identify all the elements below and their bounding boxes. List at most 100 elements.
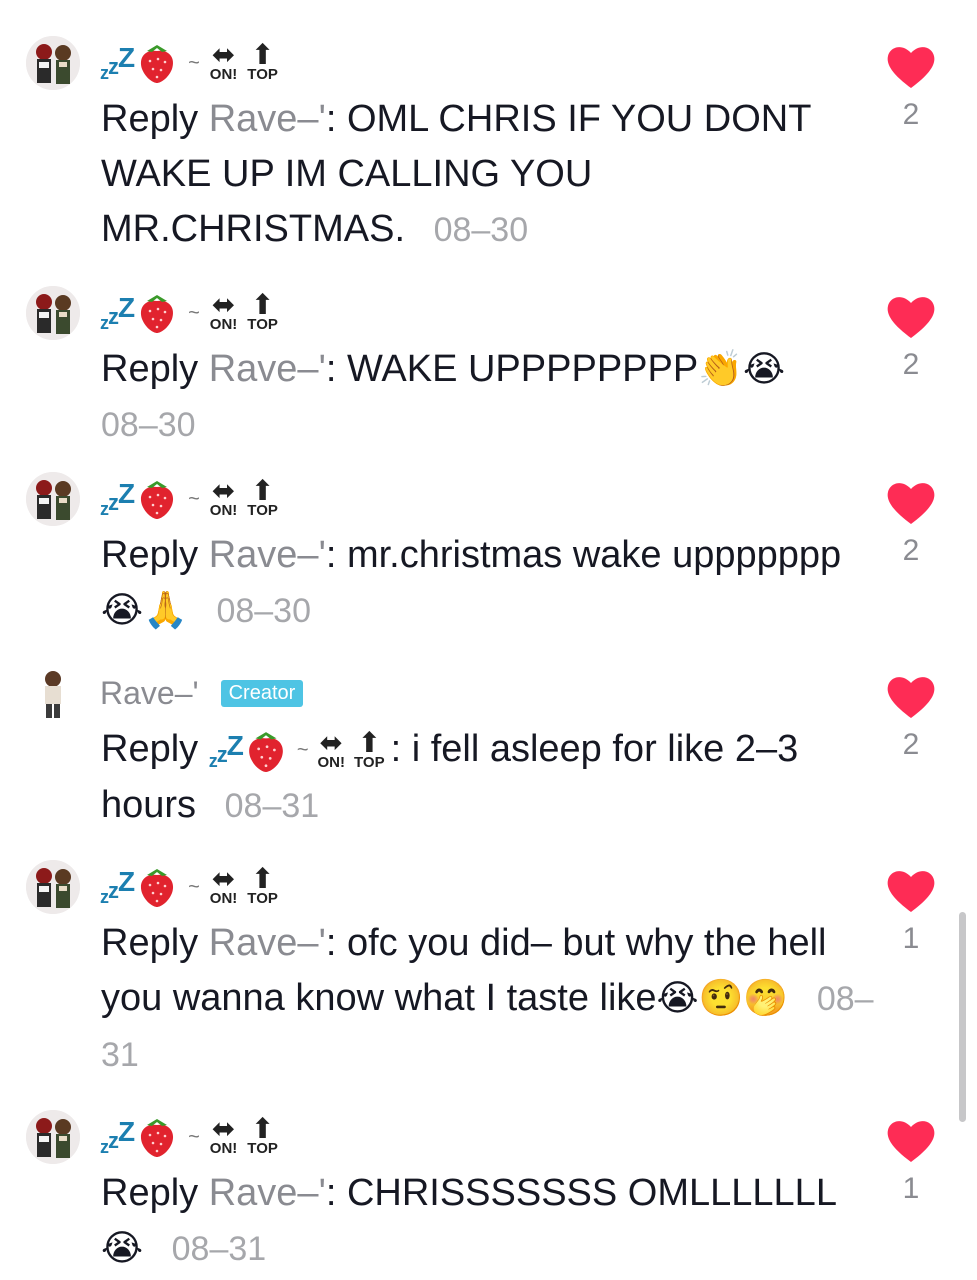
- commenter-username[interactable]: zzZ ~ ⬌ ON! ⬆ TOP: [100, 860, 284, 914]
- zzz-text: zzZ: [100, 292, 135, 333]
- reply-target[interactable]: Rave–': [209, 98, 326, 140]
- reply-target[interactable]: Rave–': [209, 534, 326, 576]
- tilde: ~: [188, 487, 200, 510]
- comment-date: 08–30: [101, 406, 196, 444]
- strawberry-icon: [138, 867, 176, 907]
- comment-date: 08–30: [433, 211, 529, 249]
- comment-text: : i fell asleep for like 2–3 hours: [101, 728, 799, 827]
- avatar[interactable]: [26, 860, 80, 914]
- on-badge: ⬌ ON!: [209, 289, 238, 333]
- avatar[interactable]: [26, 472, 80, 526]
- clap-cry-emoji: 👏😭: [698, 349, 786, 390]
- comment-date: 08–31: [171, 1230, 267, 1268]
- zzz-text: zzZ: [100, 478, 135, 519]
- like-count: 2: [902, 98, 920, 131]
- left-right-arrow-icon: ⬌: [211, 39, 236, 70]
- comment-text: : mr.christmas wake uppppppp: [325, 534, 842, 576]
- commenter-username[interactable]: zzZ ~ ⬌ ON! ⬆ TOP: [100, 36, 284, 90]
- zzz-text: zzZ: [208, 729, 244, 771]
- on-badge: ⬌ ON!: [209, 475, 238, 519]
- cry-raised-eyebrow-giggle-emoji: 😭🤨🤭: [656, 978, 789, 1019]
- cry-pray-emoji: 😭🙏: [101, 590, 188, 631]
- tilde: ~: [188, 51, 200, 74]
- reply-target[interactable]: Rave–': [209, 348, 326, 390]
- reply-word: Reply: [101, 534, 199, 576]
- comment-text: : CHRISSSSSSS OMLLLLLLL: [325, 1172, 837, 1214]
- like-heart-icon[interactable]: [886, 1118, 936, 1164]
- left-right-arrow-icon: ⬌: [211, 475, 236, 506]
- strawberry-icon: [246, 730, 286, 772]
- comment-body[interactable]: Reply Rave–': mr.christmas wake uppppppp…: [101, 528, 881, 639]
- like-heart-icon[interactable]: [886, 294, 936, 340]
- reply-target[interactable]: zzZ ~ ⬌ ON! ⬆ TOP: [209, 723, 391, 778]
- strawberry-icon: [138, 1117, 176, 1157]
- avatar[interactable]: [26, 1110, 80, 1164]
- creator-tag: Creator: [220, 679, 304, 707]
- comment-date: 08–30: [216, 592, 311, 630]
- tilde: ~: [188, 301, 200, 324]
- left-right-arrow-icon: ⬌: [211, 289, 236, 320]
- comment-body[interactable]: Reply zzZ ~ ⬌ ON! ⬆ TOP : i fell asleep fo…: [101, 722, 881, 834]
- scrollbar[interactable]: [959, 912, 966, 1122]
- on-badge: ⬌ ON!: [317, 726, 346, 771]
- reply-word: Reply: [101, 1172, 199, 1214]
- up-arrow-icon: ⬆: [357, 726, 382, 758]
- like-count: 1: [902, 1172, 920, 1205]
- like-heart-icon[interactable]: [886, 44, 936, 90]
- like-count: 2: [902, 728, 920, 761]
- up-arrow-icon: ⬆: [250, 475, 275, 506]
- comment-body[interactable]: Reply Rave–': WAKE UPPPPPPPP👏😭 08–30: [101, 342, 881, 453]
- comment-body[interactable]: Reply Rave–': OML CHRIS IF YOU DONT WAKE…: [101, 92, 881, 258]
- like-count: 1: [902, 922, 920, 955]
- left-right-arrow-icon: ⬌: [211, 863, 236, 894]
- zzz-text: zzZ: [100, 866, 135, 907]
- like-heart-icon[interactable]: [886, 480, 936, 526]
- left-right-arrow-icon: ⬌: [319, 726, 343, 758]
- strawberry-icon: [138, 293, 176, 333]
- up-arrow-icon: ⬆: [250, 1113, 275, 1144]
- up-arrow-icon: ⬆: [250, 863, 275, 894]
- commenter-username[interactable]: zzZ ~ ⬌ ON! ⬆ TOP: [100, 472, 284, 526]
- comment-body[interactable]: Reply Rave–': ofc you did– but why the h…: [101, 916, 881, 1083]
- zzz-text: zzZ: [100, 42, 135, 83]
- top-badge: ⬆ TOP: [247, 1113, 278, 1157]
- left-right-arrow-icon: ⬌: [211, 1113, 236, 1144]
- up-arrow-icon: ⬆: [250, 289, 275, 320]
- like-heart-icon[interactable]: [886, 674, 936, 720]
- reply-word: Reply: [101, 98, 199, 140]
- strawberry-icon: [138, 43, 176, 83]
- comment-date: 08–31: [224, 787, 320, 826]
- tilde: ~: [296, 739, 309, 762]
- creator-username[interactable]: Rave–' Creator: [100, 666, 304, 720]
- cry-emoji: 😭: [101, 1228, 144, 1269]
- zzz-text: zzZ: [100, 1116, 135, 1157]
- on-badge: ⬌ ON!: [209, 1113, 238, 1157]
- reply-word: Reply: [101, 922, 199, 964]
- tilde: ~: [188, 1125, 200, 1148]
- on-badge: ⬌ ON!: [209, 39, 238, 83]
- reply-target[interactable]: Rave–': [209, 1172, 326, 1214]
- top-badge: ⬆ TOP: [354, 726, 385, 771]
- top-badge: ⬆ TOP: [247, 39, 278, 83]
- avatar[interactable]: [26, 36, 80, 90]
- strawberry-icon: [138, 479, 176, 519]
- creator-avatar[interactable]: [26, 666, 80, 720]
- comment-body[interactable]: Reply Rave–': CHRISSSSSSS OMLLLLLLL 😭 08…: [101, 1166, 881, 1277]
- top-badge: ⬆ TOP: [247, 475, 278, 519]
- reply-word: Reply: [101, 348, 199, 390]
- on-badge: ⬌ ON!: [209, 863, 238, 907]
- up-arrow-icon: ⬆: [250, 39, 275, 70]
- comment-text: : WAKE UPPPPPPPP: [325, 348, 699, 390]
- reply-word: Reply: [101, 728, 199, 770]
- commenter-username[interactable]: zzZ ~ ⬌ ON! ⬆ TOP: [100, 286, 284, 340]
- avatar[interactable]: [26, 286, 80, 340]
- top-badge: ⬆ TOP: [247, 289, 278, 333]
- tilde: ~: [188, 875, 200, 898]
- creator-name: Rave–': [100, 674, 199, 711]
- reply-target[interactable]: Rave–': [209, 922, 326, 964]
- like-heart-icon[interactable]: [886, 868, 936, 914]
- like-count: 2: [902, 534, 920, 567]
- commenter-username[interactable]: zzZ ~ ⬌ ON! ⬆ TOP: [100, 1110, 284, 1164]
- like-count: 2: [902, 348, 920, 381]
- top-badge: ⬆ TOP: [247, 863, 278, 907]
